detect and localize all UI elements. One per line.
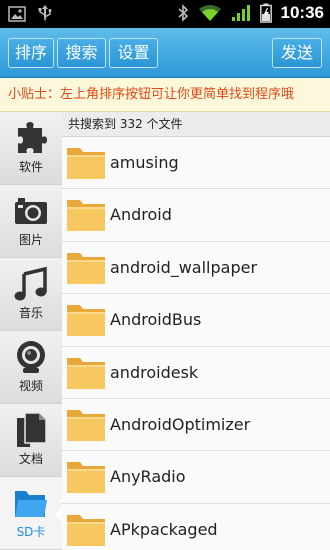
list-item[interactable]: Android [62, 189, 330, 242]
folder-icon [67, 148, 105, 179]
file-list: amusing Android android_wallpaper Androi… [62, 137, 330, 550]
sidebar-item-pictures[interactable]: 图片 [0, 185, 62, 258]
file-name: amusing [110, 153, 179, 172]
sidebar-item-documents[interactable]: 文档 [0, 404, 62, 477]
file-name: AndroidBus [110, 310, 202, 330]
file-name: android_wallpaper [110, 257, 258, 277]
tip-bar: 小贴士：左上角排序按钮可让你更简单找到程序哦 [0, 78, 330, 112]
folder-icon [67, 409, 105, 441]
music-note-icon [14, 266, 47, 301]
list-item[interactable]: AndroidBus [62, 294, 330, 347]
folder-icon [67, 252, 105, 284]
file-name: androidesk [110, 362, 199, 382]
toolbar: 排序 搜索 设置 发送 [0, 28, 330, 78]
list-item[interactable]: androidesk [62, 346, 330, 399]
sidebar-item-label: 视频 [18, 379, 43, 393]
category-sidebar: 软件 图片 音乐 视频 文档 SD卡 [0, 112, 63, 550]
sort-button[interactable]: 排序 [8, 38, 54, 68]
sidebar-item-music[interactable]: 音乐 [0, 258, 62, 331]
puzzle-icon [18, 122, 47, 153]
battery-charging-icon [259, 3, 272, 23]
webcam-icon [17, 341, 45, 373]
result-count: 共搜索到 332 个文件 [62, 112, 330, 137]
sidebar-item-label: 软件 [18, 160, 43, 174]
image-notification-icon [8, 6, 26, 22]
status-bar: 10:36 [0, 0, 330, 28]
send-button[interactable]: 发送 [272, 38, 322, 68]
usb-icon [38, 5, 52, 22]
bluetooth-icon [177, 4, 188, 22]
signal-icon [231, 5, 250, 21]
sidebar-item-software[interactable]: 软件 [0, 112, 62, 185]
sidebar-item-label: 文档 [18, 452, 43, 466]
settings-button[interactable]: 设置 [109, 38, 158, 68]
search-button[interactable]: 搜索 [57, 38, 106, 68]
folder-icon [15, 491, 47, 517]
folder-icon [67, 357, 105, 389]
sidebar-item-video[interactable]: 视频 [0, 331, 62, 404]
file-name: Android [110, 205, 172, 225]
file-name: APkpackaged [110, 519, 218, 539]
sidebar-item-sdcard[interactable]: SD卡 [0, 477, 63, 550]
clock: 10:36 [280, 3, 324, 22]
list-item[interactable]: AndroidOptimizer [62, 398, 330, 452]
folder-icon [67, 514, 105, 546]
sidebar-item-label: SD卡 [16, 525, 46, 539]
tip-text: 小贴士：左上角排序按钮可让你更简单找到程序哦 [8, 87, 295, 102]
document-icon [17, 412, 47, 447]
list-item[interactable]: amusing [62, 137, 330, 190]
sidebar-item-label: 图片 [18, 233, 43, 247]
list-item[interactable]: AnyRadio [62, 451, 330, 504]
wifi-icon [198, 5, 221, 21]
sidebar-item-label: 音乐 [18, 306, 43, 320]
camera-icon [15, 198, 47, 224]
folder-icon [67, 305, 105, 337]
file-name: AnyRadio [110, 467, 186, 487]
list-item[interactable]: APkpackaged [62, 503, 330, 550]
folder-icon [67, 200, 105, 232]
file-name: AndroidOptimizer [110, 414, 251, 434]
file-list-panel: 共搜索到 332 个文件 amusing Android android_wal… [62, 112, 330, 550]
folder-icon [67, 462, 105, 494]
list-item[interactable]: android_wallpaper [62, 241, 330, 295]
